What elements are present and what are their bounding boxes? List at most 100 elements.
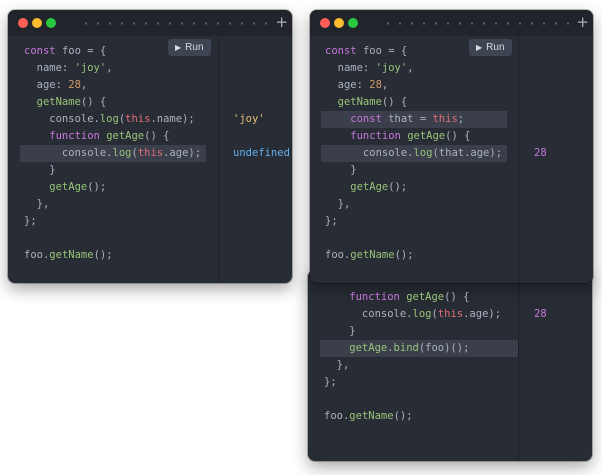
code-line[interactable] [8, 230, 292, 247]
code-line[interactable]: function getAge() { [8, 128, 292, 145]
code-line[interactable]: function getAge() { [310, 128, 593, 145]
output-value: 28 [534, 147, 547, 159]
code-editor[interactable]: function getAge() { console.log(this.age… [308, 289, 592, 425]
code-line[interactable]: const foo = { [8, 43, 292, 60]
code-token: ( [131, 147, 138, 159]
code-token: } [24, 164, 56, 176]
minimize-icon[interactable] [32, 18, 42, 28]
code-token: 28 [369, 79, 382, 91]
code-token: getAge [324, 342, 388, 354]
code-window-bind: function getAge() { console.log(this.age… [308, 270, 592, 461]
code-token: getAge [106, 130, 145, 142]
code-line[interactable]: getName() { [310, 94, 593, 111]
code-token: console. [325, 147, 414, 159]
close-icon[interactable] [320, 18, 330, 28]
code-line[interactable]: function getAge() { [308, 289, 592, 306]
code-token: foo. [325, 249, 351, 261]
code-token: getName [325, 96, 382, 108]
code-token: (); [394, 249, 414, 261]
code-line[interactable]: foo.getName(); [8, 247, 292, 264]
maximize-icon[interactable] [348, 18, 358, 28]
code-token: } [325, 164, 357, 176]
code-token: (); [393, 410, 413, 422]
code-line[interactable]: }; [308, 374, 592, 391]
code-window-that: + ▶ Run const foo = { name: 'joy', age: 2… [310, 10, 593, 283]
code-token: foo = { [61, 45, 107, 57]
code-token: () { [144, 130, 170, 142]
code-token: }, [325, 198, 351, 210]
maximize-icon[interactable] [46, 18, 56, 28]
code-line[interactable]: const that = this; [310, 111, 593, 128]
code-line[interactable]: getAge(); [8, 179, 292, 196]
code-token: , [80, 79, 88, 91]
code-token: . [387, 342, 394, 354]
code-token: const [325, 113, 389, 125]
code-token: () { [445, 130, 471, 142]
code-token: }, [324, 359, 350, 371]
code-token: getAge [406, 291, 445, 303]
code-token: 'joy' [74, 62, 107, 74]
code-line[interactable]: }; [8, 213, 292, 230]
code-line[interactable]: } [310, 162, 593, 179]
code-token: this [137, 147, 164, 159]
code-token: bind [393, 342, 419, 354]
code-token: function [325, 130, 408, 142]
code-line[interactable]: foo.getName(); [308, 408, 592, 425]
code-token: foo. [324, 410, 350, 422]
code-token: name: [24, 62, 75, 74]
code-line[interactable]: }; [310, 213, 593, 230]
code-line[interactable]: getAge.bind(foo)(); [308, 340, 592, 357]
title-bar: + [8, 10, 292, 36]
code-line[interactable]: foo.getName(); [310, 247, 593, 264]
code-line[interactable]: age: 28, [310, 77, 593, 94]
minimize-icon[interactable] [334, 18, 344, 28]
code-token: console. [24, 113, 100, 125]
code-token: getName [49, 249, 94, 261]
close-icon[interactable] [18, 18, 28, 28]
code-token: .age); [163, 147, 202, 159]
code-token: getAge [407, 130, 446, 142]
code-line[interactable]: const foo = { [310, 43, 593, 60]
code-token: ; [457, 113, 465, 125]
drag-handle[interactable] [382, 22, 571, 25]
code-line[interactable]: }, [8, 196, 292, 213]
code-token: const [24, 45, 62, 57]
code-editor[interactable]: const foo = { name: 'joy', age: 28, getN… [310, 43, 593, 264]
code-token: , [407, 62, 414, 74]
code-line[interactable]: } [8, 162, 292, 179]
code-token: log [112, 147, 132, 159]
plus-icon[interactable]: + [576, 13, 589, 31]
code-token: getAge [24, 181, 88, 193]
code-token: }; [24, 215, 37, 227]
code-line[interactable]: name: 'joy', [8, 60, 292, 77]
code-token: age: [325, 79, 370, 91]
code-token: (); [87, 181, 107, 193]
code-line[interactable] [308, 391, 592, 408]
plus-icon[interactable]: + [275, 13, 288, 31]
code-line[interactable]: console.log(that.age); [310, 145, 593, 162]
code-token: that = [388, 113, 433, 125]
code-token: (that.age); [432, 147, 503, 159]
code-token: }; [325, 215, 338, 227]
code-token: () { [444, 291, 470, 303]
code-token: name: [325, 62, 376, 74]
code-line[interactable] [310, 230, 593, 247]
output-value: 28 [534, 308, 547, 320]
code-token: this [125, 113, 151, 125]
code-token: (); [388, 181, 408, 193]
code-line[interactable]: getName() { [8, 94, 292, 111]
drag-handle[interactable] [80, 22, 270, 25]
code-line[interactable]: age: 28, [8, 77, 292, 94]
code-token: , [381, 79, 389, 91]
code-line[interactable]: getAge(); [310, 179, 593, 196]
code-line[interactable]: } [308, 323, 592, 340]
code-token: , [106, 62, 113, 74]
code-line[interactable]: console.log(this.age); [308, 306, 592, 323]
code-line[interactable]: name: 'joy', [310, 60, 593, 77]
code-token: }; [324, 376, 337, 388]
code-token: getAge [325, 181, 389, 193]
code-line[interactable]: }, [310, 196, 593, 213]
code-token: (); [93, 249, 113, 261]
code-line[interactable]: }, [308, 357, 592, 374]
code-token: () { [381, 96, 408, 108]
